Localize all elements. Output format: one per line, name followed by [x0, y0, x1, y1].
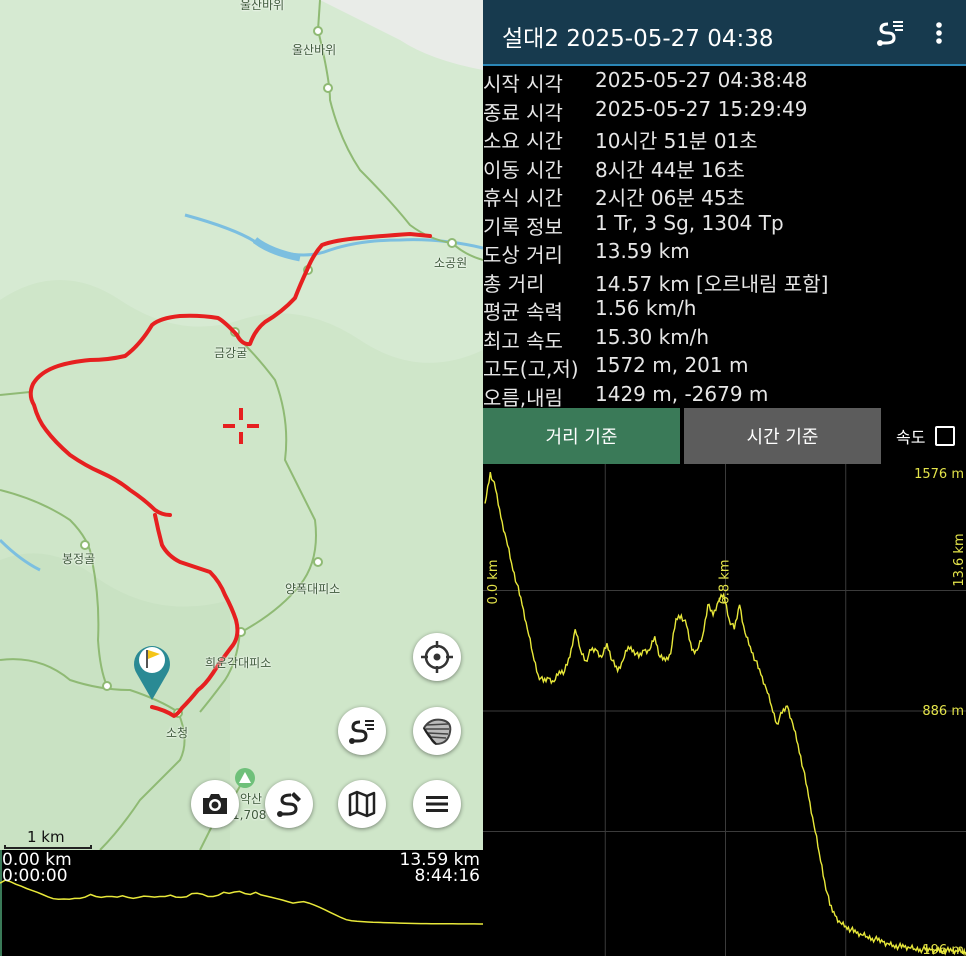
camera-button[interactable] — [191, 780, 239, 828]
stat-row: 총 거리 14.57 km [오르내림 포함] — [483, 266, 966, 296]
map-icon — [348, 790, 376, 818]
track-list-icon — [349, 720, 374, 744]
stat-row: 휴식 시간 2시간 06분 45초 — [483, 180, 966, 210]
stat-value: 8시간 44분 16초 — [595, 157, 745, 182]
track-stats: 시작 시각 2025-05-27 04:38:48 종료 시각 2025-05-27… — [483, 66, 966, 410]
stat-row: 평균 속력 1.56 km/h — [483, 294, 966, 324]
tab-time[interactable]: 시간 기준 — [684, 408, 881, 464]
stat-row: 최고 속도 15.30 km/h — [483, 323, 966, 353]
stat-label: 최고 속도 — [483, 328, 563, 353]
place-label-bongjeonggol: 봉정골 — [62, 552, 96, 566]
mini-end-time: 8:44:16 — [414, 866, 480, 886]
track-info-panel: 설대2 2025-05-27 04:38 시작 시각 2025-05-27 04… — [483, 0, 966, 956]
stat-value: 14.57 km [오르내림 포함] — [595, 271, 829, 296]
map-view[interactable]: 울산바위 울산바위 소공원 금강굴 봉정골 양폭대피소 희운각대피소 소청 악산… — [0, 0, 483, 956]
stat-label: 이동 시간 — [483, 157, 563, 182]
layer-icon — [422, 718, 452, 746]
stat-value: 13.59 km — [595, 239, 690, 263]
mini-start-time: 0:00:00 — [2, 866, 68, 886]
scale-label: 1 km — [27, 828, 65, 846]
stat-value: 2시간 06분 45초 — [595, 186, 745, 210]
gps-locate-button[interactable] — [413, 633, 461, 681]
place-label-ulsanbawi-top: 울산바위 — [240, 0, 285, 12]
track-list-icon — [877, 21, 903, 46]
stat-value: 10시간 51분 01초 — [595, 129, 758, 153]
stat-value: 1 Tr, 3 Sg, 1304 Tp — [595, 210, 784, 235]
stat-row: 기록 정보 1 Tr, 3 Sg, 1304 Tp — [483, 209, 966, 239]
stat-row: 이동 시간 8시간 44분 16초 — [483, 152, 966, 182]
stat-label: 총 거리 — [483, 271, 545, 296]
y-tick-label: 1576 m — [914, 467, 964, 482]
stat-value: 1429 m, -2679 m — [595, 381, 769, 406]
stat-row: 시작 시각 2025-05-27 04:38:48 — [483, 66, 966, 96]
more-vert-icon — [936, 22, 942, 44]
place-label-geumganggul: 금강굴 — [214, 346, 248, 360]
route-button[interactable] — [265, 780, 313, 828]
speed-label: 속도 — [896, 428, 926, 447]
more-options-button[interactable] — [929, 18, 949, 48]
stat-value: 2025-05-27 04:38:48 — [595, 68, 808, 92]
stat-row: 도상 거리 13.59 km — [483, 237, 966, 267]
map-canvas[interactable] — [0, 0, 483, 850]
speed-checkbox[interactable] — [935, 426, 956, 446]
stat-label: 고도(고,저) — [483, 357, 579, 381]
tab-distance[interactable]: 거리 기준 — [483, 408, 680, 464]
track-list-button[interactable] — [875, 18, 905, 48]
track-record-button[interactable] — [338, 707, 386, 755]
place-label-socheong: 소청 — [166, 726, 189, 740]
crosshair-icon — [421, 641, 453, 673]
stat-value: 15.30 km/h — [595, 324, 710, 349]
mini-profile-line — [0, 879, 483, 925]
menu-icon — [426, 796, 448, 812]
chart-mode-tabs: 거리 기준 시간 기준 속도 — [483, 408, 966, 464]
y-tick-label: 886 m — [922, 704, 964, 719]
place-label-huiungak: 희운각대피소 — [205, 656, 272, 670]
stat-label: 평균 속력 — [483, 300, 563, 324]
stat-row: 종료 시각 2025-05-27 15:29:49 — [483, 95, 966, 125]
x-tick-label: 13.6 km — [952, 533, 966, 586]
elevation-chart[interactable]: 1576 m886 m196 m0.0 km 6.8 km 13.6 km — [483, 464, 966, 956]
camera-icon — [203, 794, 227, 814]
mini-elevation-profile[interactable]: 0.00 km 0:00:00 13.59 km 8:44:16 — [0, 850, 483, 956]
chart-grid — [483, 464, 966, 956]
speed-toggle[interactable]: 속도 — [896, 424, 956, 448]
stat-label: 휴식 시간 — [483, 186, 563, 210]
stat-value: 1572 m, 201 m — [595, 353, 749, 377]
place-label-sogongwon: 소공원 — [434, 256, 468, 270]
app-bar: 설대2 2025-05-27 04:38 — [483, 0, 966, 66]
stat-row: 소요 시간 10시간 51분 01초 — [483, 123, 966, 153]
map-layer-button[interactable] — [413, 707, 461, 755]
map-select-button[interactable] — [338, 780, 386, 828]
x-tick-label: 0.0 km — [486, 560, 501, 605]
stat-label: 기록 정보 — [483, 214, 563, 239]
place-label-aksan: 악산 — [240, 792, 263, 806]
stat-label: 도상 거리 — [483, 243, 563, 267]
stat-value: 1.56 km/h — [595, 296, 697, 320]
place-label-yangpok: 양폭대피소 — [285, 582, 341, 596]
stat-row: 오름,내림 1429 m, -2679 m — [483, 380, 966, 410]
stat-label: 시작 시각 — [483, 72, 563, 96]
stat-label: 종료 시각 — [483, 100, 563, 125]
stat-label: 오름,내림 — [483, 385, 563, 410]
scale-bar — [4, 845, 92, 849]
stat-row: 고도(고,저) 1572 m, 201 m — [483, 351, 966, 381]
stat-value: 2025-05-27 15:29:49 — [595, 96, 808, 121]
stat-label: 소요 시간 — [483, 129, 563, 153]
place-label-ulsanbawi: 울산바위 — [292, 43, 337, 57]
route-icon — [277, 792, 301, 817]
track-title: 설대2 2025-05-27 04:38 — [502, 26, 774, 52]
menu-button[interactable] — [413, 780, 461, 828]
